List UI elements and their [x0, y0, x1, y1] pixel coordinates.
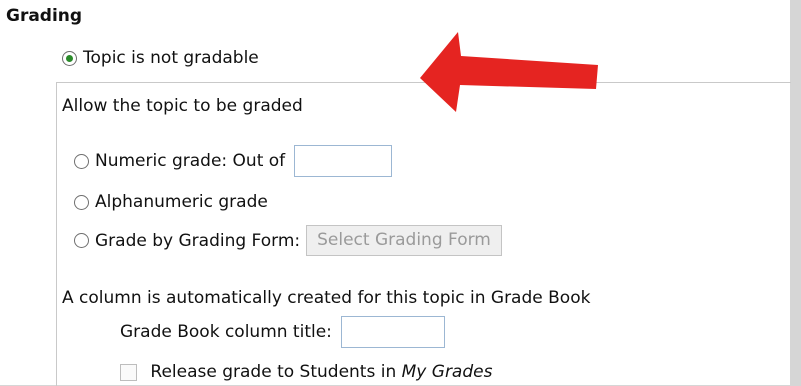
red-arrow-shape	[420, 32, 598, 112]
red-arrow-icon	[420, 32, 598, 112]
